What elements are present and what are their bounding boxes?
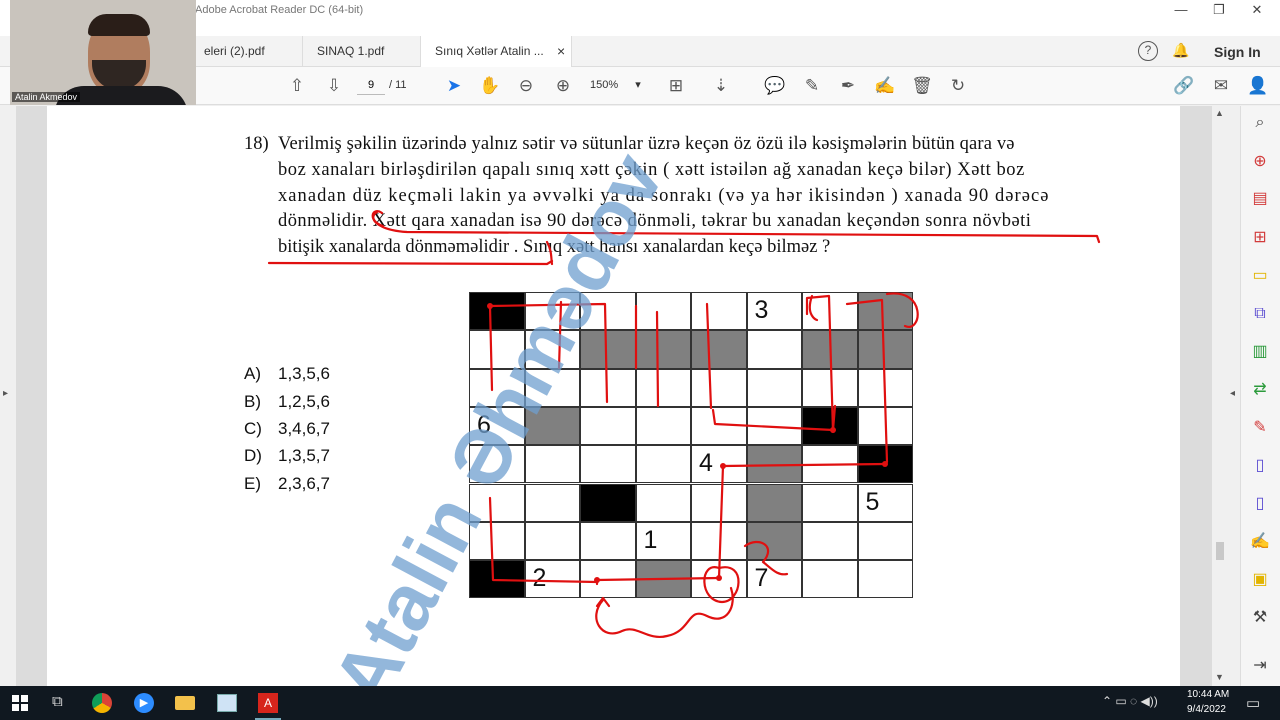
request-signature-icon[interactable]: ✍	[1248, 530, 1272, 554]
circle-mark	[371, 210, 385, 228]
collapse-right-icon[interactable]: ⇥	[1248, 654, 1272, 678]
sign-in-button[interactable]: Sign In	[1214, 44, 1261, 60]
route-dot	[830, 427, 836, 433]
route-stroke	[595, 576, 721, 586]
prepare-form-icon[interactable]: ▯	[1248, 492, 1272, 516]
scroll-down-icon[interactable]: ▼	[1215, 672, 1224, 682]
collapse-panel-icon[interactable]: ◂	[1230, 388, 1235, 399]
route-stroke	[885, 292, 919, 328]
send-for-review-icon[interactable]: ▣	[1248, 568, 1272, 592]
scroll-up-icon[interactable]: ▲	[1215, 108, 1224, 118]
route-stroke	[845, 298, 889, 464]
tab-2[interactable]: SINAQ 1.pdf	[302, 36, 420, 67]
bell-icon[interactable]: 🔔	[1172, 42, 1190, 60]
tab-active[interactable]: Sınıq Xətlər Atalin ... ×	[420, 36, 572, 67]
chevron-down-icon: ▾	[635, 79, 641, 91]
select-tool-icon[interactable]: ➤	[442, 74, 466, 98]
page-total: / 11	[389, 75, 407, 95]
highlight-pen-icon[interactable]: ✎	[800, 74, 824, 98]
loop-stroke	[595, 586, 734, 639]
export-pdf-icon[interactable]: ⊞	[1248, 226, 1272, 250]
tab-1[interactable]: eleri (2).pdf	[190, 36, 310, 67]
page-up-icon[interactable]: ⇧	[285, 74, 309, 98]
tab-close-icon[interactable]: ×	[557, 36, 565, 67]
email-icon[interactable]: ✉	[1209, 74, 1233, 98]
chrome-icon[interactable]	[92, 693, 112, 713]
organize-pages-icon[interactable]: ▤	[1248, 187, 1272, 211]
route-dot	[594, 577, 600, 583]
page-number-input[interactable]: 9	[357, 75, 385, 95]
webcam-overlay: Atalin Akmedov	[10, 0, 196, 105]
underline-stroke	[372, 210, 1101, 244]
page-down-icon[interactable]: ⇩	[322, 74, 346, 98]
zoom-in-icon[interactable]: ⊕	[551, 74, 575, 98]
sign-icon[interactable]: ✒	[836, 74, 860, 98]
route-stroke	[655, 310, 660, 408]
file-explorer-icon[interactable]	[175, 696, 195, 710]
page-total-value: 11	[395, 79, 407, 91]
hair	[88, 14, 150, 36]
loop-stroke	[743, 540, 789, 576]
comment-tool-icon[interactable]: ▭	[1248, 264, 1272, 288]
route-stroke	[805, 294, 835, 434]
window-title: Adobe Acrobat Reader DC (64-bit)	[195, 4, 364, 16]
stamp-icon[interactable]: ✍	[873, 74, 897, 98]
create-pdf-icon[interactable]: ⊕	[1248, 150, 1272, 174]
hand-tool-icon[interactable]: ✋	[478, 74, 502, 98]
route-stroke	[711, 404, 837, 432]
page-separator: /	[389, 79, 393, 91]
fill-sign-icon[interactable]: ✎	[1248, 416, 1272, 440]
help-icon[interactable]: ?	[1138, 41, 1158, 61]
clock-date[interactable]: 9/4/2022	[1187, 704, 1226, 715]
system-tray-icons[interactable]: ⌃ ▭ ◌ ◀))	[1102, 694, 1158, 708]
delete-icon[interactable]: 🗑	[910, 74, 934, 98]
close-window-button[interactable]: ✕	[1234, 0, 1280, 20]
pdf-page: 18) Verilmiş şəkilin üzərində yalnız sət…	[47, 106, 1180, 719]
expand-left-icon[interactable]: ▸	[3, 388, 8, 399]
route-stroke	[808, 294, 819, 322]
route-stroke	[705, 302, 713, 410]
link-icon[interactable]: 🔗	[1172, 74, 1196, 98]
vertical-scrollbar[interactable]: ▲ ▼	[1212, 106, 1228, 686]
scroll-mode-icon[interactable]: ⇣	[709, 74, 733, 98]
clock-time[interactable]: 10:44 AM	[1187, 689, 1229, 700]
route-dot	[487, 303, 493, 309]
windows-start-icon[interactable]	[12, 695, 28, 711]
zoom-app-icon[interactable]: ▶	[134, 693, 154, 713]
route-dot	[720, 463, 726, 469]
zoom-out-icon[interactable]: ⊖	[514, 74, 538, 98]
taskbar: ⧉ ▶ A ⌃ ▭ ◌ ◀)) 10:44 AM 9/4/2022 ▭	[0, 686, 1280, 720]
protect-icon[interactable]: ▯	[1248, 454, 1272, 478]
undo-icon[interactable]: ↻	[946, 74, 970, 98]
tab-active-label: Sınıq Xətlər Atalin ...	[435, 44, 544, 58]
combine-files-icon[interactable]: ⧉	[1248, 302, 1272, 326]
zoom-select[interactable]: 150% ▾	[590, 75, 646, 95]
notification-icon[interactable]: ▭	[1246, 694, 1260, 712]
more-tools-icon[interactable]: ⚒	[1248, 606, 1272, 630]
search-icon[interactable]: ⌕	[1248, 111, 1272, 135]
participant-name: Atalin Akmedov	[12, 92, 81, 102]
route-dot	[882, 461, 888, 467]
comment-icon[interactable]: 💬	[763, 74, 787, 98]
paint-icon[interactable]	[217, 694, 237, 712]
add-user-icon[interactable]: 👤	[1246, 74, 1270, 98]
arrow-stroke	[595, 596, 611, 608]
route-stroke	[717, 462, 887, 580]
scroll-thumb[interactable]	[1216, 542, 1224, 560]
page-fit-icon[interactable]: ⊞	[664, 74, 688, 98]
route-dot	[716, 575, 722, 581]
zoom-value: 150%	[590, 79, 619, 91]
edit-pdf-icon[interactable]: ▥	[1248, 340, 1272, 364]
compress-icon[interactable]: ⇄	[1248, 378, 1272, 402]
acrobat-icon[interactable]: A	[258, 693, 278, 713]
task-view-icon[interactable]: ⧉	[52, 693, 63, 710]
underline-stroke	[267, 259, 554, 266]
